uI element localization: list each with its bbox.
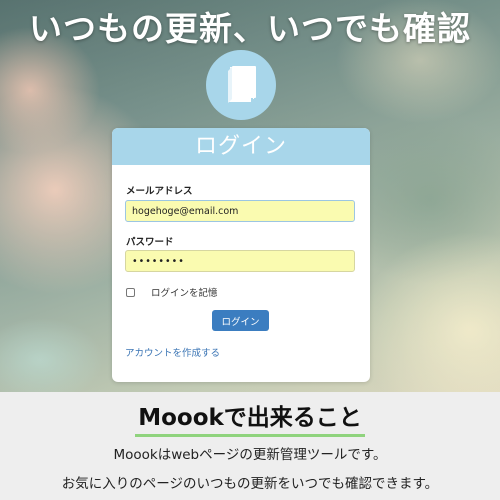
book-icon-circle — [206, 50, 276, 120]
remember-me-checkbox[interactable] — [126, 287, 135, 297]
book-icon — [227, 66, 256, 104]
password-label: パスワード — [126, 237, 174, 248]
features-description-2: お気に入りのページのいつもの更新をいつでも確認できます。 — [61, 476, 439, 492]
features-description-1: Moookはwebページの更新管理ツールです。 — [113, 447, 387, 463]
password-field[interactable] — [125, 250, 355, 272]
login-card: ログイン メールアドレス パスワード ログインを記憶 ログイン アカウントを作成… — [112, 128, 370, 382]
login-card-title: ログイン — [112, 128, 370, 165]
email-field[interactable] — [125, 200, 355, 222]
features-title: Moookで出来ること — [135, 398, 365, 437]
login-button[interactable]: ログイン — [212, 310, 269, 331]
hero-headline: いつもの更新、いつでも確認 — [29, 9, 471, 48]
email-label: メールアドレス — [126, 186, 193, 197]
remember-me-row[interactable]: ログインを記憶 — [126, 285, 218, 299]
create-account-link[interactable]: アカウントを作成する — [125, 345, 220, 359]
features-title-wrap: Moookで出来ること — [0, 398, 500, 437]
remember-me-label: ログインを記憶 — [151, 288, 218, 299]
